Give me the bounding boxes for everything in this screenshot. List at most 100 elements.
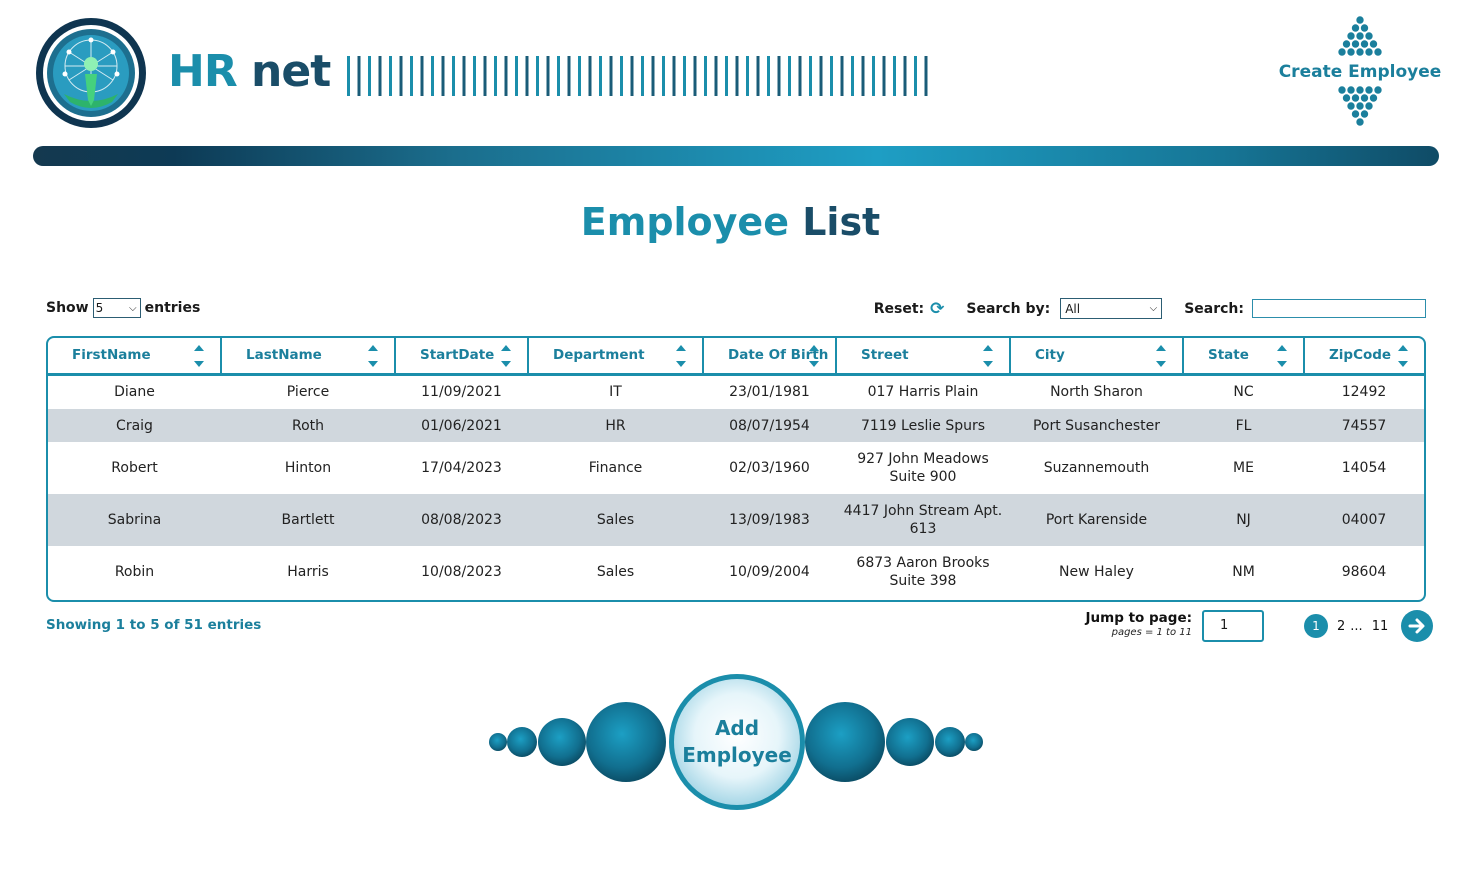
sort-icon[interactable] (1156, 344, 1166, 368)
search-by-select[interactable]: All ⌵ (1060, 298, 1163, 319)
table-cell-street: 017 Harris Plain (867, 384, 979, 401)
reset-label: Reset: (873, 300, 925, 317)
table-cell-zip: 14054 (1341, 460, 1387, 476)
table-cell-first: Robin (114, 564, 155, 580)
table-cell-city: North Sharon (1050, 384, 1143, 401)
sort-icon[interactable] (194, 344, 204, 368)
employee-table: FirstName LastName StartDate Department Date… (46, 336, 1426, 602)
show-label: Show (46, 300, 89, 316)
jump-page-input[interactable]: 1 (1202, 610, 1264, 642)
jump-label: Jump to page: (1085, 610, 1192, 626)
table-cell-first: Diane (114, 384, 155, 401)
table-cell-street: 6873 Aaron Brooks Suite 398 (856, 555, 990, 589)
table-cell-zip: 04007 (1304, 494, 1424, 546)
table-cell-start: 10/08/2023 (421, 564, 502, 580)
table-cell-dept: Finance (588, 460, 643, 476)
brand-name: HR net (168, 44, 331, 100)
table-cell-dob: 13/09/1983 (703, 494, 836, 546)
table-cell-last: Roth (221, 409, 395, 442)
table-cell-street: 7119 Leslie Spurs (836, 409, 1010, 442)
page-ellipsis: ... (1350, 618, 1363, 634)
chevron-down-icon: ⌵ (1149, 303, 1158, 314)
table-cell-dept: Sales (596, 564, 635, 580)
jump-hint: pages = 1 to 11 (1111, 627, 1192, 638)
table-cell-first: Robert (111, 460, 158, 476)
column-header[interactable]: ZipCode (1304, 338, 1424, 376)
page-title: Employee List (580, 200, 881, 244)
sort-icon[interactable] (809, 344, 819, 368)
table-cell-dob: 02/03/1960 (729, 460, 810, 476)
showing-info: Showing 1 to 5 of 51 entries (46, 617, 262, 633)
column-header[interactable]: Street (836, 338, 1011, 376)
hrnet-logo (36, 18, 146, 128)
chevron-down-icon: ⌵ (129, 302, 137, 314)
column-header[interactable]: LastName (221, 338, 396, 376)
table-cell-dept: Sales (528, 494, 703, 546)
brand-hr: HR (168, 46, 238, 97)
column-header[interactable]: Date Of Birth (703, 338, 837, 376)
refresh-icon[interactable]: ⟳ (930, 299, 944, 319)
table-cell-last: Bartlett (221, 494, 395, 546)
table-cell-zip: 98604 (1341, 564, 1387, 580)
entries-length-control: Show 5 ⌵ entries (46, 298, 200, 318)
header-divider (33, 146, 1439, 166)
table-row[interactable]: Craig Roth 01/06/2021 HR 08/07/1954 7119 Lesl… (48, 409, 1424, 442)
table-cell-state: NM (1232, 564, 1255, 580)
page-button[interactable]: 2 (1337, 619, 1345, 634)
sort-icon[interactable] (368, 344, 378, 368)
table-cell-start: 11/09/2021 (421, 384, 502, 401)
jump-to-page: Jump to page: pages = 1 to 11 (1080, 610, 1192, 638)
table-row[interactable]: Robert Hinton 17/04/2023 Finance 02/03/1960 9… (48, 442, 1424, 494)
table-cell-dob: 08/07/1954 (703, 409, 836, 442)
page-button-last[interactable]: 11 (1372, 619, 1389, 634)
table-header-row: FirstName LastName StartDate Department Date… (48, 338, 1424, 376)
column-header[interactable]: Department (528, 338, 704, 376)
table-cell-street: 4417 John Stream Apt. 613 (836, 494, 1010, 546)
filter-controls: Reset: ⟳ Search by: All ⌵ Search: (874, 298, 1426, 319)
entries-select[interactable]: 5 ⌵ (92, 298, 141, 318)
table-cell-zip: 74557 (1304, 409, 1424, 442)
table-cell-zip: 12492 (1341, 384, 1387, 401)
entries-label: entries (144, 300, 201, 316)
table-cell-dob: 10/09/2004 (729, 564, 810, 580)
table-cell-street: 927 John Meadows Suite 900 (857, 451, 989, 485)
arrow-right-icon (1408, 618, 1425, 634)
search-input[interactable] (1252, 299, 1426, 318)
sort-icon[interactable] (501, 344, 511, 368)
table-cell-state: FL (1183, 409, 1304, 442)
table-row[interactable]: Robin Harris 10/08/2023 Sales 10/09/2004 6873… (48, 546, 1424, 598)
table-cell-city: New Haley (1059, 564, 1134, 580)
table-cell-city: Suzannemouth (1043, 460, 1150, 476)
sort-icon[interactable] (1398, 344, 1408, 368)
brand-net: net (251, 46, 331, 97)
table-cell-last: Harris (287, 564, 329, 580)
barcode-decoration (347, 56, 928, 96)
table-cell-last: Hinton (284, 460, 332, 476)
table-cell-start: 17/04/2023 (421, 460, 502, 476)
page-button-current[interactable]: 1 (1304, 614, 1328, 638)
table-row[interactable]: Diane Pierce 11/09/2021 IT 23/01/1981 017 Har… (48, 374, 1424, 409)
add-employee-button[interactable]: Add Employee (669, 674, 805, 810)
next-page-button[interactable] (1401, 610, 1434, 642)
table-cell-dept: HR (528, 409, 703, 442)
sort-icon[interactable] (983, 344, 993, 368)
table-cell-start: 01/06/2021 (395, 409, 528, 442)
table-cell-start: 08/08/2023 (395, 494, 528, 546)
pagination: 1 2 ... 11 (1304, 610, 1434, 642)
column-header[interactable]: FirstName (48, 338, 222, 376)
column-header[interactable]: City (1010, 338, 1184, 376)
table-cell-city: Port Susanchester (1010, 409, 1183, 442)
table-cell-state: NC (1233, 384, 1254, 401)
search-label: Search: (1184, 300, 1244, 317)
table-row[interactable]: Sabrina Bartlett 08/08/2023 Sales 13/09/1983… (48, 494, 1424, 546)
table-cell-first: Sabrina (48, 494, 221, 546)
table-cell-city: Port Karenside (1010, 494, 1183, 546)
create-employee-link[interactable]: Create Employee (1278, 15, 1442, 129)
sort-icon[interactable] (676, 344, 686, 368)
column-header[interactable]: StartDate (395, 338, 529, 376)
column-header[interactable]: State (1183, 338, 1305, 376)
sort-icon[interactable] (1277, 344, 1287, 368)
table-cell-dept: IT (609, 384, 622, 401)
table-cell-first: Craig (48, 409, 221, 442)
table-cell-last: Pierce (286, 384, 330, 401)
